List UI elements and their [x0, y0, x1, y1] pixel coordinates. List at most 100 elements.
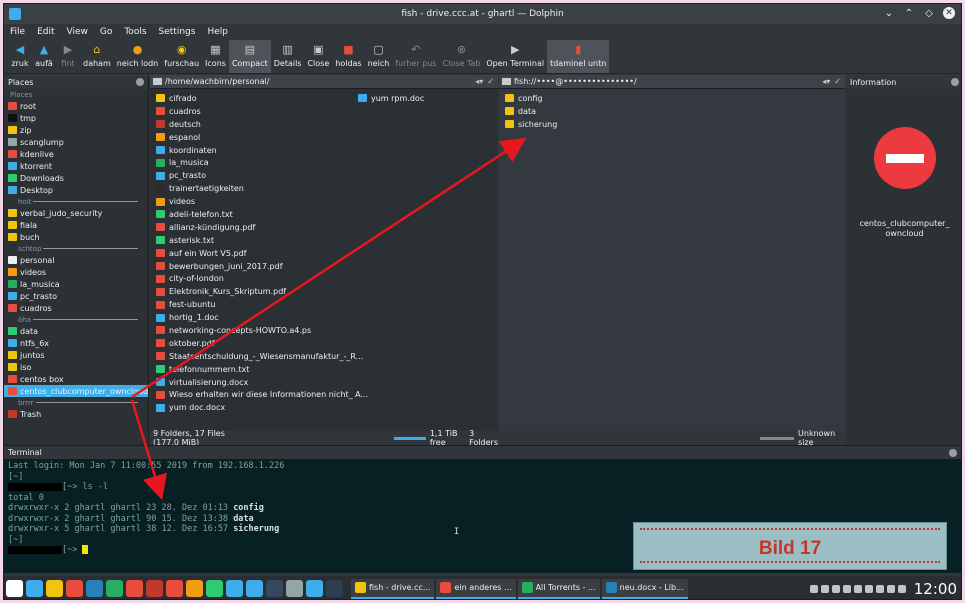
- android-icon[interactable]: [206, 580, 223, 597]
- sidebar-item-scanglump[interactable]: scanglump: [4, 136, 148, 148]
- menu-tools[interactable]: Tools: [124, 27, 146, 37]
- sidebar-item-zip[interactable]: zip: [4, 124, 148, 136]
- icons-button[interactable]: ▦ Icons: [202, 40, 229, 73]
- file-item[interactable]: Staatsentschuldung_-_Wiesensmanufaktur_-…: [150, 350, 368, 363]
- file-item[interactable]: oktober.pdf: [150, 337, 368, 350]
- chat-icon[interactable]: [306, 580, 323, 597]
- vivaldi-icon[interactable]: [106, 580, 123, 597]
- close-window-icon[interactable]: ✕: [943, 7, 955, 19]
- taskbar-task[interactable]: neu.docx - Lib...: [601, 578, 688, 599]
- stop-app-icon[interactable]: [166, 580, 183, 597]
- tdaminel-untn-button[interactable]: ▮ tdaminel untn: [547, 40, 610, 73]
- file-item[interactable]: auf ein Wort V5.pdf: [150, 247, 368, 260]
- zruk-button[interactable]: ◀ zruk: [8, 40, 32, 73]
- close-panel-icon[interactable]: [951, 78, 959, 86]
- furschau-button[interactable]: ◉ furschau: [161, 40, 202, 73]
- close-panel-icon[interactable]: [949, 448, 957, 457]
- sidebar-item-ntfs-6x[interactable]: ntfs_6x: [4, 337, 148, 349]
- maximize-icon[interactable]: ⌃: [903, 7, 915, 19]
- sidebar-item-root[interactable]: root: [4, 100, 148, 112]
- file-item[interactable]: la_musica: [150, 156, 368, 169]
- sidebar-item-verbal-judo-security[interactable]: verbal_judo_security: [4, 207, 148, 219]
- open-terminal-button[interactable]: ▶ Open Terminal: [483, 40, 547, 73]
- file-item[interactable]: espanol: [150, 131, 368, 144]
- writer-icon[interactable]: [86, 580, 103, 597]
- file-item[interactable]: telefonnummern.txt: [150, 363, 368, 376]
- sidebar-item-centos-clubcomputer-owncloud[interactable]: centos_clubcomputer_owncloud: [4, 385, 148, 397]
- sidebar-item-videos[interactable]: videos: [4, 266, 148, 278]
- holdas-button[interactable]: ■ holdas: [332, 40, 364, 73]
- menu-settings[interactable]: Settings: [159, 27, 196, 37]
- menu-edit[interactable]: Edit: [37, 27, 54, 37]
- chrome-icon[interactable]: [66, 580, 83, 597]
- sidebar-item-tmp[interactable]: tmp: [4, 112, 148, 124]
- file-item[interactable]: hortig_1.doc: [150, 311, 368, 324]
- right-location-path[interactable]: fish://••••@•••••••••••••••/: [514, 77, 637, 86]
- file-item[interactable]: bewerbungen_juni_2017.pdf: [150, 260, 368, 273]
- file-item[interactable]: config: [499, 92, 557, 105]
- terminal-icon[interactable]: [326, 580, 343, 597]
- title-bar[interactable]: fish - drive.ccc.at - ghartl — Dolphin ⌄…: [4, 4, 961, 24]
- sidebar-item-data[interactable]: data: [4, 325, 148, 337]
- sidebar-item-kdenlive[interactable]: kdenlive: [4, 148, 148, 160]
- file-item[interactable]: city-of-london: [150, 272, 368, 285]
- screen-icon[interactable]: [266, 580, 283, 597]
- home-folder-icon[interactable]: [46, 580, 63, 597]
- taskbar-task[interactable]: All Torrents - ...: [517, 578, 600, 599]
- confirm-icon[interactable]: ✓: [834, 77, 841, 86]
- menu-help[interactable]: Help: [207, 27, 228, 37]
- tray-battery-icon[interactable]: [875, 584, 884, 593]
- taskbar-task[interactable]: fish - drive.cc...: [351, 578, 435, 599]
- file-item[interactable]: networking-concepts-HOWTO.a4.ps: [150, 324, 368, 337]
- sidebar-item-juntos[interactable]: juntos: [4, 349, 148, 361]
- tray-clipboard-icon[interactable]: [809, 584, 818, 593]
- desktop-icon[interactable]: [26, 580, 43, 597]
- keep-above-icon[interactable]: ◇: [923, 7, 935, 19]
- file-item[interactable]: pc_trasto: [150, 169, 368, 182]
- dropdown-icon[interactable]: ◂▾: [475, 77, 483, 86]
- sidebar-item-pc-trasto[interactable]: pc_trasto: [4, 290, 148, 302]
- taskbar-task[interactable]: ein anderes ...: [436, 578, 516, 599]
- left-location-bar[interactable]: /home/wachbirn/personal/ ◂▾ ✓: [150, 75, 498, 89]
- details-button[interactable]: ▥ Details: [271, 40, 305, 73]
- file-item[interactable]: yum rpm.doc: [352, 92, 424, 105]
- file-item[interactable]: Elektronik_Kurs_Skriptum.pdf: [150, 285, 368, 298]
- right-zoom-slider[interactable]: [760, 436, 795, 440]
- file-item[interactable]: videos: [150, 195, 368, 208]
- menu-view[interactable]: View: [67, 27, 88, 37]
- menu-go[interactable]: Go: [100, 27, 112, 37]
- file-item[interactable]: fest-ubuntu: [150, 298, 368, 311]
- flag-icon[interactable]: [146, 580, 163, 597]
- file-item[interactable]: data: [499, 105, 557, 118]
- file-item[interactable]: virtualisierung.docx: [150, 376, 368, 389]
- sidebar-item-la-musica[interactable]: la_musica: [4, 278, 148, 290]
- right-location-bar[interactable]: fish://••••@•••••••••••••••/ ◂▾ ✓: [499, 75, 845, 89]
- close-panel-icon[interactable]: [136, 78, 144, 86]
- file-item[interactable]: cifrado: [150, 92, 368, 105]
- file-item[interactable]: yum doc.docx: [150, 401, 368, 414]
- tray-devices-icon[interactable]: [831, 584, 840, 593]
- zoom-slider[interactable]: [394, 436, 426, 440]
- app-launcher-icon[interactable]: [6, 580, 23, 597]
- file-item[interactable]: adeli-telefon.txt: [150, 208, 368, 221]
- sidebar-item-cuadros[interactable]: cuadros: [4, 302, 148, 314]
- minimize-icon[interactable]: ⌄: [883, 7, 895, 19]
- file-item[interactable]: deutsch: [150, 118, 368, 131]
- file-item[interactable]: koordinaten: [150, 144, 368, 157]
- tray-security-icon[interactable]: [853, 584, 862, 593]
- tray-network-icon[interactable]: [842, 584, 851, 593]
- confirm-icon[interactable]: ✓: [487, 77, 494, 86]
- sidebar-item-iso[interactable]: iso: [4, 361, 148, 373]
- file-item[interactable]: trainertaetigkeiten: [150, 182, 368, 195]
- file-item[interactable]: Wieso erhalten wir diese Informationen n…: [150, 388, 368, 401]
- compact-button[interactable]: ▤ Compact: [228, 40, 271, 73]
- tray-bluetooth-icon[interactable]: [864, 584, 873, 593]
- sidebar-item-ktorrent[interactable]: ktorrent: [4, 160, 148, 172]
- network-icon[interactable]: [286, 580, 303, 597]
- sidebar-item-personal[interactable]: personal: [4, 254, 148, 266]
- monitor-icon[interactable]: [226, 580, 243, 597]
- neich-button[interactable]: ▢ neich: [365, 40, 393, 73]
- close-button[interactable]: ▣ Close: [304, 40, 332, 73]
- tray-volume-icon[interactable]: [886, 584, 895, 593]
- aufä-button[interactable]: ▲ aufä: [32, 40, 56, 73]
